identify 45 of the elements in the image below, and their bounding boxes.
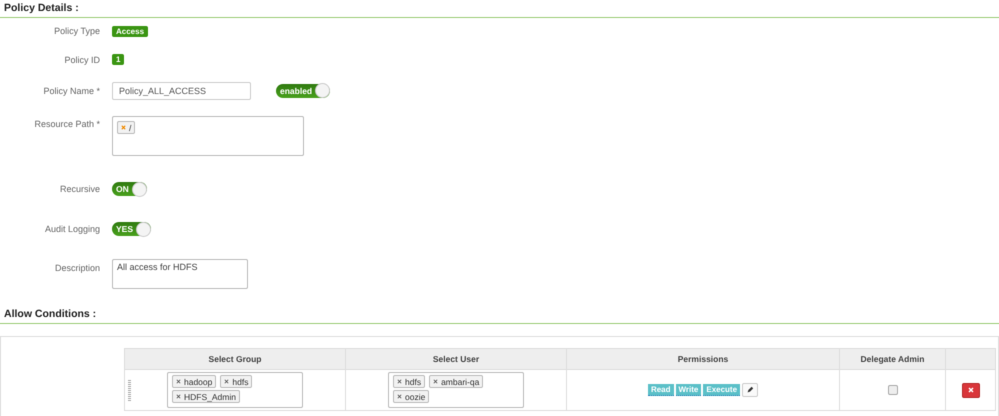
path-tag: / — [117, 121, 136, 134]
remove-icon[interactable] — [176, 394, 181, 399]
user-tag: hdfs — [393, 375, 426, 388]
column-header: Select User — [346, 348, 566, 370]
delete-button[interactable] — [962, 382, 980, 398]
field-label: Policy Type — [53, 26, 100, 36]
remove-icon[interactable] — [433, 379, 438, 384]
group-tag: HDFS_Admin — [172, 390, 240, 403]
field-label: Recursive — [58, 184, 100, 194]
close-icon — [968, 387, 974, 393]
remove-icon[interactable] — [224, 379, 230, 384]
permission-label: Write — [676, 384, 702, 396]
field-label: Policy ID — [63, 54, 100, 64]
field-label: Audit Logging — [44, 224, 100, 234]
policy-id-badge: 1 — [112, 54, 124, 65]
remove-icon[interactable] — [397, 379, 402, 384]
remove-icon[interactable] — [397, 394, 402, 399]
group-tag: hadoop — [172, 375, 216, 388]
policy-type-badge: Access — [112, 26, 148, 36]
column-header: Permissions — [566, 348, 840, 370]
group-select-field[interactable]: hadoop hdfs HDFS_Admin — [167, 372, 303, 408]
user-select-field[interactable]: hdfs ambari-qa oozie — [388, 372, 524, 408]
field-label: Resource Path * — [33, 118, 100, 129]
drag-handle[interactable] — [128, 380, 131, 402]
field-label: Description — [54, 262, 100, 273]
remove-icon[interactable] — [176, 379, 181, 384]
section-heading: Allow Conditions : — [0, 306, 999, 324]
resource-path-field[interactable]: / — [112, 116, 304, 156]
field-label: Policy Name * — [42, 86, 100, 96]
description-field[interactable]: All access for HDFS — [112, 259, 248, 289]
recursive-toggle[interactable]: ON — [112, 182, 147, 196]
group-tag: hdfs — [220, 375, 252, 388]
user-tag: oozie — [393, 390, 430, 403]
column-header: Delegate Admin — [840, 348, 946, 370]
policy-name-field[interactable]: Policy_ALL_ACCESS — [112, 82, 251, 100]
enabled-toggle[interactable]: enabled — [276, 84, 330, 98]
pencil-icon — [746, 386, 754, 394]
audit-logging-toggle[interactable]: YES — [112, 222, 152, 236]
permission-label: Read — [648, 384, 674, 396]
edit-button[interactable] — [742, 383, 758, 397]
column-header: Select Group — [124, 348, 346, 370]
section-heading: Policy Details : — [0, 0, 999, 18]
user-tag: ambari-qa — [429, 375, 484, 388]
delegate-admin-checkbox[interactable] — [888, 385, 898, 396]
permission-label: Execute — [703, 384, 740, 396]
